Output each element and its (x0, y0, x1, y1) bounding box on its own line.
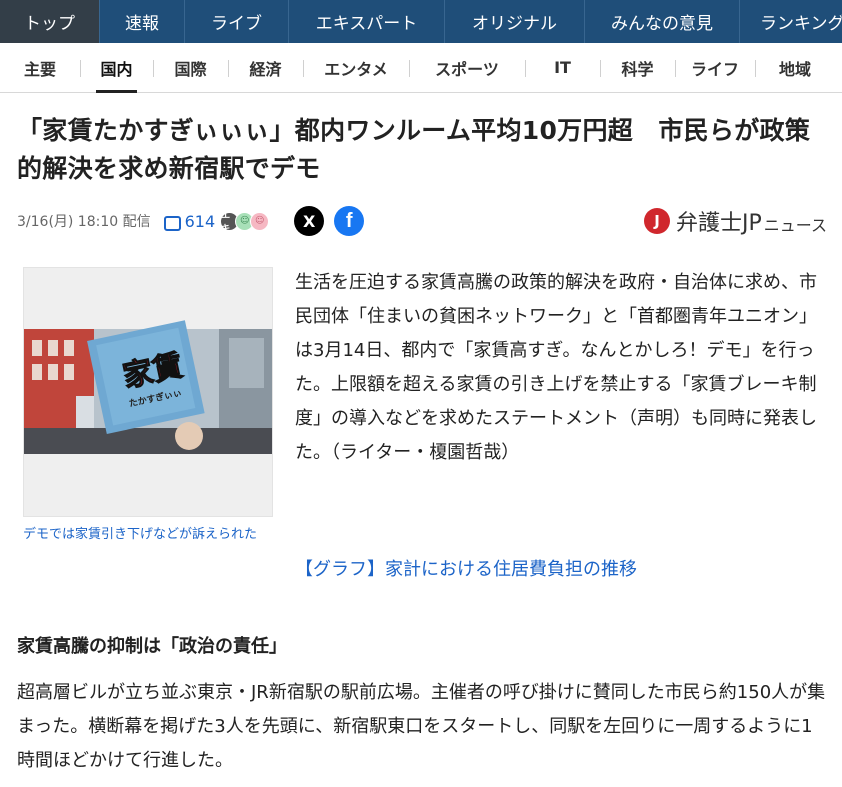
article-lead: 生活を圧迫する家賃高騰の政策的解決を政府・自治体に求め、市民団体「住まいの貧困ネ… (295, 272, 817, 463)
top-nav: トップ 速報 ライブ エキスパート オリジナル みんなの意見 ランキング (0, 0, 842, 43)
category-tab-main[interactable]: 主要 (0, 43, 80, 93)
top-nav-item-breaking[interactable]: 速報 (100, 0, 185, 43)
source-logo[interactable]: J 弁護士JP ニュース (644, 205, 827, 237)
category-tab-domestic[interactable]: 国内 (80, 43, 153, 93)
top-nav-item-original[interactable]: オリジナル (445, 0, 585, 43)
category-tab-sports[interactable]: スポーツ (409, 43, 525, 93)
comment-count: 614 (184, 211, 216, 231)
share-x-button[interactable]: X (294, 206, 325, 236)
facebook-logo-icon: f (345, 209, 353, 232)
article-body-paragraph: 超高層ビルが立ち並ぶ東京・JR新宿駅の駅前広場。主催者の呼び掛けに賛同した市民ら… (17, 682, 826, 771)
photo-caption[interactable]: デモでは家賃引き下げなどが訴えられた (23, 525, 273, 544)
bengoshi-jp-mark-icon: J (644, 208, 671, 234)
category-tab-economy[interactable]: 経済 (228, 43, 303, 93)
top-nav-item-top[interactable]: トップ (0, 0, 100, 43)
category-tab-entertainment[interactable]: エンタメ (303, 43, 409, 93)
category-tab-science[interactable]: 科学 (600, 43, 675, 93)
comment-icon (163, 215, 181, 231)
share-facebook-button[interactable]: f (334, 206, 365, 236)
publish-date: 3/16(月) 18:10 配信 (17, 214, 151, 230)
section-subheading: 家賃高騰の抑制は「政治の責任」 (17, 636, 287, 657)
category-tab-region[interactable]: 地域 (755, 43, 835, 93)
protest-photo-image: 家賃 たかすぎぃぃ (24, 268, 272, 516)
article-headline: 「家賃たかすぎぃぃぃ」都内ワンルーム平均10万円超 市民らが政策的解決を求め新宿… (17, 116, 811, 183)
comments-link[interactable]: 614 (163, 211, 216, 231)
category-nav: 主要 国内 国際 経済 エンタメ スポーツ IT 科学 ライフ 地域 (0, 43, 842, 93)
x-logo-icon: X (302, 211, 316, 231)
article-meta: 3/16(月) 18:10 配信 614 エキ ☺ ☺ X f J 弁護士JP … (17, 200, 827, 242)
graph-link[interactable]: 【グラフ】家計における住居費負担の推移 (295, 555, 637, 581)
category-tab-international[interactable]: 国際 (153, 43, 228, 93)
source-suffix: ニュース (763, 216, 827, 235)
source-name: 弁護士JP (676, 211, 762, 236)
category-tab-it[interactable]: IT (525, 43, 600, 93)
reaction-avatars[interactable]: エキ ☺ ☺ (220, 211, 270, 234)
top-nav-item-live[interactable]: ライブ (185, 0, 289, 43)
top-nav-item-opinions[interactable]: みんなの意見 (585, 0, 740, 43)
article-photo[interactable]: 家賃 たかすぎぃぃ (23, 267, 273, 517)
reaction-smile-pink-icon: ☺ (250, 211, 270, 231)
top-nav-item-expert[interactable]: エキスパート (289, 0, 445, 43)
top-nav-item-ranking[interactable]: ランキング (740, 0, 842, 43)
category-tab-life[interactable]: ライフ (675, 43, 755, 93)
